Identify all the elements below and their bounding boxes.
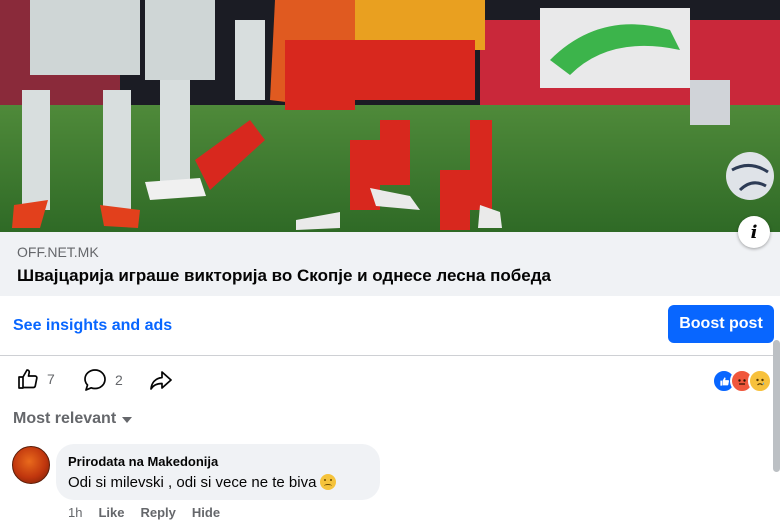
sad-reaction-icon <box>748 369 772 393</box>
post-actions: 7 2 <box>0 363 780 397</box>
thumbs-up-icon <box>18 369 38 389</box>
comment-count: 2 <box>115 372 123 388</box>
avatar[interactable] <box>12 446 50 484</box>
comment-like-button[interactable]: Like <box>98 505 124 520</box>
comment-icon <box>84 369 106 391</box>
insights-bar: See insights and ads Boost post <box>0 297 780 356</box>
comment-bubble: Prirodata na Makedonija Odi si milevski … <box>56 444 380 500</box>
comment-text: Odi si milevski , odi si vece ne te biva <box>68 474 337 491</box>
comment-reply-button[interactable]: Reply <box>140 505 175 520</box>
sort-label: Most relevant <box>13 410 117 427</box>
chevron-down-icon <box>122 417 133 423</box>
comment-author[interactable]: Prirodata na Makedonija <box>68 454 218 469</box>
link-headline[interactable]: Швајцарија играше викторија во Скопје и … <box>17 266 551 286</box>
scrollbar[interactable] <box>773 340 780 472</box>
boost-post-button[interactable]: Boost post <box>668 305 774 343</box>
comment-hide-button[interactable]: Hide <box>192 505 220 520</box>
like-action[interactable]: 7 <box>16 367 55 391</box>
comment-body: Odi si milevski , odi si vece ne te biva <box>68 474 317 491</box>
comment-meta: 1h Like Reply Hide <box>68 505 220 520</box>
reaction-summary[interactable] <box>712 369 772 393</box>
comment-time[interactable]: 1h <box>68 505 82 520</box>
link-domain: OFF.NET.MK <box>17 244 99 260</box>
share-icon <box>150 371 172 390</box>
share-action[interactable] <box>148 367 174 393</box>
info-icon[interactable]: i <box>738 216 770 248</box>
link-preview[interactable]: OFF.NET.MK Швајцарија играше викторија в… <box>0 232 780 296</box>
comment-sort-dropdown[interactable]: Most relevant <box>13 410 133 428</box>
like-count: 7 <box>47 371 55 387</box>
comment-action[interactable]: 2 <box>82 367 123 393</box>
wink-emoji-icon <box>320 474 337 490</box>
article-image[interactable] <box>0 0 780 232</box>
see-insights-link[interactable]: See insights and ads <box>13 317 172 335</box>
